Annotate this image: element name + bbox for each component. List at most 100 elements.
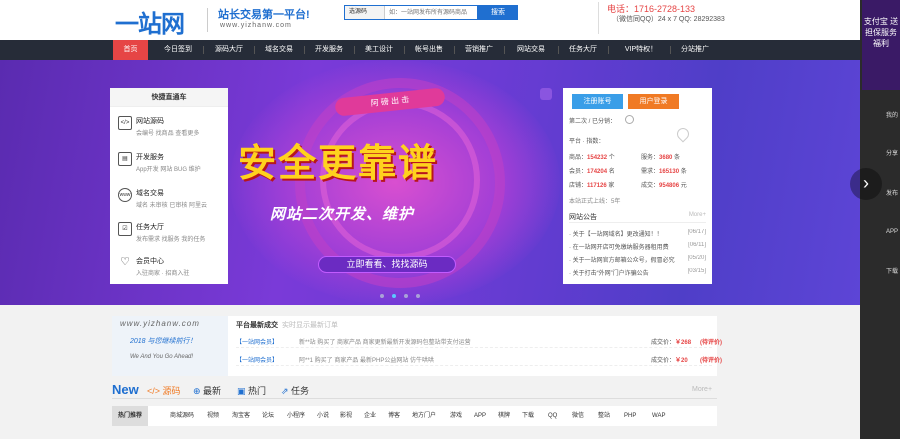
- tab-hot[interactable]: ▣ 热门: [237, 384, 266, 397]
- nav-item-marketing[interactable]: 营销推广: [458, 40, 500, 60]
- quick-item-links[interactable]: App开发 网站 BUG 维护: [136, 164, 201, 173]
- category-item[interactable]: 影视: [340, 406, 352, 426]
- notice-more-link[interactable]: More+: [689, 212, 706, 218]
- banner-dot[interactable]: [404, 294, 408, 298]
- banner-dot[interactable]: [416, 294, 420, 298]
- tab-source[interactable]: </> 源码: [147, 384, 181, 397]
- new-more-link[interactable]: More+: [692, 386, 712, 393]
- banner-cta-button[interactable]: 立即看看、找找源码: [318, 256, 456, 273]
- site-motto-box: www.yizhanw.com 2018 与您继续前行！ We And You …: [112, 316, 228, 376]
- paperclip-icon: [674, 125, 692, 143]
- side-item[interactable]: 发布: [886, 190, 900, 198]
- search-button[interactable]: 搜索: [478, 5, 518, 20]
- run-time-line: 本站正式上线：5年: [569, 199, 621, 205]
- category-item[interactable]: 地方门户: [412, 406, 436, 426]
- notice-item[interactable]: · 关于打击“外网”门户诈骗公告 [03/15]: [569, 268, 706, 277]
- quick-item-links[interactable]: 会编号 找商品 查看更多: [136, 128, 199, 137]
- stat-demands: 需求：165130 条: [641, 169, 687, 175]
- stat-goods: 商品：154232 个: [569, 155, 615, 161]
- nav-divider: [670, 46, 671, 54]
- quick-item-links[interactable]: 发布需求 找服务 我的任务: [136, 234, 205, 243]
- nav-item-task[interactable]: 任务大厅: [562, 40, 604, 60]
- category-item[interactable]: WAP: [652, 406, 665, 426]
- side-item[interactable]: APP: [886, 228, 900, 236]
- nav-divider: [254, 46, 255, 54]
- category-item[interactable]: 论坛: [262, 406, 274, 426]
- quick-item-links[interactable]: 域名 未审核 已审核 阿里云: [136, 200, 207, 209]
- motto-en: We And You Go Ahead!: [130, 354, 194, 360]
- banner-dot[interactable]: [380, 294, 384, 298]
- nav-item-checkin[interactable]: 今日签到: [157, 40, 199, 60]
- banner-pagination: [380, 293, 428, 300]
- site-logo[interactable]: 一站网: [115, 4, 185, 39]
- category-item[interactable]: 小说: [317, 406, 329, 426]
- nav-item-source[interactable]: 源码大厅: [208, 40, 250, 60]
- trade-price: 成交价：￥268: [651, 340, 692, 346]
- nav-divider: [504, 46, 505, 54]
- quick-item-label[interactable]: 网站源码: [136, 116, 164, 126]
- banner-next-arrow-icon[interactable]: ›: [850, 168, 882, 200]
- category-item[interactable]: 视频: [207, 406, 219, 426]
- notice-header: 网站公告 More+: [569, 212, 706, 223]
- side-item[interactable]: 下载: [886, 268, 900, 276]
- motto-cn: 2018 与您继续前行！: [130, 338, 197, 345]
- search-input[interactable]: [389, 7, 477, 18]
- nav-item-home[interactable]: 首页: [113, 40, 148, 60]
- category-item[interactable]: 微信: [572, 406, 584, 426]
- trade-row[interactable]: 【一站网会员】 新**站 购买了 商家产品 商家更新最新开发源码包整站带支付运营…: [236, 334, 722, 348]
- trade-price: 成交价：￥20: [651, 358, 688, 364]
- notice-title: 网站公告: [569, 214, 597, 221]
- category-item[interactable]: 商城源码: [170, 406, 194, 426]
- nav-item-domain[interactable]: 域名交易: [258, 40, 300, 60]
- notice-item[interactable]: · 关于一站网官方邮箱公众号，假冒必究 [05/20]: [569, 255, 706, 264]
- category-item[interactable]: APP: [474, 406, 486, 426]
- quick-item-label[interactable]: 会员中心: [136, 256, 164, 266]
- category-item[interactable]: 游戏: [450, 406, 462, 426]
- nav-divider: [304, 46, 305, 54]
- quick-item-label[interactable]: 开发服务: [136, 152, 164, 162]
- side-item[interactable]: 我的: [886, 112, 900, 120]
- nav-item-account[interactable]: 帐号出售: [408, 40, 450, 60]
- trade-status: (待评价): [700, 358, 722, 364]
- quick-item-links[interactable]: 入驻商家 · 招商入驻: [136, 268, 189, 277]
- category-item[interactable]: 淘宝客: [232, 406, 250, 426]
- quick-nav-panel: 快捷直通车 </> 网站源码 会编号 找商品 查看更多 ▤ 开发服务 App开发…: [110, 88, 228, 284]
- category-item[interactable]: 博客: [388, 406, 400, 426]
- category-item[interactable]: 小程序: [287, 406, 305, 426]
- quick-item-label[interactable]: 任务大厅: [136, 222, 164, 232]
- platform-line: 平台 · 指数：: [569, 139, 605, 145]
- nav-item-vip[interactable]: VIP特权！: [616, 40, 666, 60]
- trade-user: 【一站网会员】: [236, 358, 279, 364]
- trade-item[interactable]: 新**站 购买了 商家产品 商家更新最新开发源码包整站带支付运营: [299, 337, 499, 346]
- trade-item[interactable]: 阿**1 购买了 商家产品 最新PHP公益网站 仿牛哄哄: [299, 355, 499, 364]
- header-divider: [598, 2, 599, 34]
- category-item[interactable]: QQ: [548, 406, 557, 426]
- side-promo[interactable]: 支付宝 送 担保服务 福利: [862, 0, 900, 90]
- quick-item-label[interactable]: 域名交易: [136, 188, 164, 198]
- category-hot[interactable]: 热门推荐: [112, 406, 149, 426]
- nav-divider: [558, 46, 559, 54]
- category-item[interactable]: 整站: [598, 406, 610, 426]
- category-item[interactable]: 企业: [364, 406, 376, 426]
- section-divider: [112, 398, 717, 399]
- banner-dot[interactable]: [392, 294, 396, 298]
- dev-icon: ▤: [118, 152, 132, 166]
- side-item[interactable]: 分享: [886, 150, 900, 158]
- category-item[interactable]: PHP: [624, 406, 636, 426]
- category-item[interactable]: 下载: [522, 406, 534, 426]
- login-button[interactable]: 用户登录: [628, 94, 679, 109]
- code-icon: </>: [118, 116, 132, 130]
- nav-item-design[interactable]: 美工设计: [358, 40, 400, 60]
- nav-item-dev[interactable]: 开发服务: [308, 40, 350, 60]
- tab-task[interactable]: ⇗ 任务: [281, 384, 309, 397]
- nav-item-substation[interactable]: 分站推广: [674, 40, 716, 60]
- trade-row[interactable]: 【一站网会员】 阿**1 购买了 商家产品 最新PHP公益网站 仿牛哄哄 成交价…: [236, 352, 722, 366]
- notice-item[interactable]: · 在一站网开店可免缴纳服务器租用费 [06/11]: [569, 242, 706, 251]
- search-type-select[interactable]: 选源码: [345, 6, 385, 19]
- nav-item-website[interactable]: 网站交易: [508, 40, 554, 60]
- category-item[interactable]: 棋牌: [498, 406, 510, 426]
- tab-latest[interactable]: ⊕ 最新: [193, 384, 221, 397]
- register-button[interactable]: 注册账号: [572, 94, 623, 109]
- notice-item[interactable]: · 关于【一站网域名】更改通知！！ [06/17]: [569, 229, 706, 238]
- nav-divider: [608, 46, 609, 54]
